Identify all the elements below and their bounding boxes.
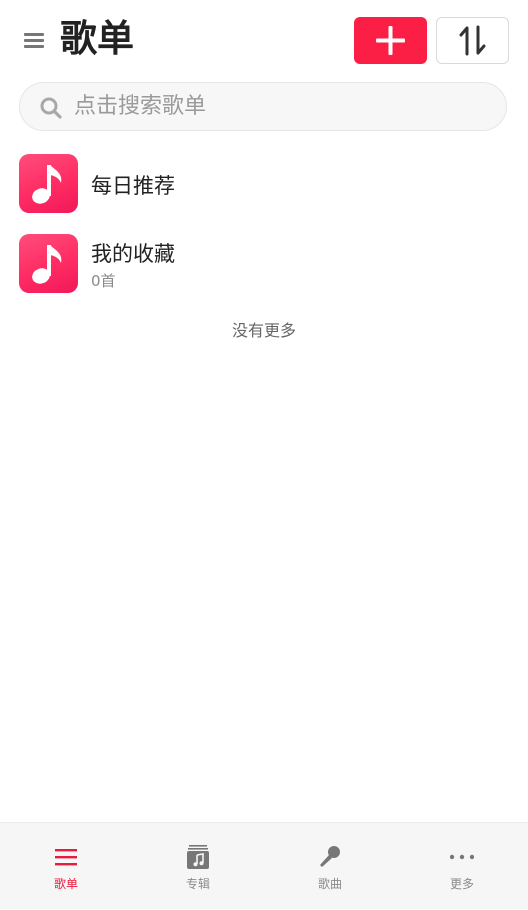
tab-label: 更多 (449, 877, 474, 891)
playlist-item-favorites[interactable]: 我的收藏 0首 (0, 230, 528, 300)
album-icon (187, 845, 209, 869)
tab-playlists[interactable]: 歌单 (0, 823, 132, 910)
microphone-icon (320, 846, 340, 867)
hamburger-menu-icon[interactable] (22, 30, 46, 50)
sort-button[interactable] (436, 17, 509, 64)
search-icon (40, 97, 62, 119)
search-input[interactable] (74, 83, 494, 130)
header: 歌单 (0, 0, 528, 80)
bottom-tab-bar: 歌单 专辑 歌曲 更多 (0, 822, 528, 909)
tab-label: 专辑 (185, 877, 210, 891)
tab-label: 歌曲 (317, 877, 342, 891)
more-dots-icon (450, 854, 474, 860)
sort-arrows-icon (459, 25, 486, 56)
add-playlist-button[interactable] (354, 17, 427, 64)
list-end-text: 没有更多 (231, 321, 296, 340)
playlist-title: 我的收藏 (91, 242, 175, 266)
list-icon (55, 849, 77, 866)
music-note-icon (19, 154, 78, 213)
tab-more[interactable]: 更多 (396, 823, 528, 910)
tab-label: 歌单 (53, 877, 78, 891)
tab-albums[interactable]: 专辑 (132, 823, 264, 910)
search-bar (19, 82, 507, 131)
tab-songs[interactable]: 歌曲 (264, 823, 396, 910)
playlist-item-daily-recommend[interactable]: 每日推荐 (0, 150, 528, 220)
music-note-icon (19, 234, 78, 293)
page-title: 歌单 (60, 17, 134, 60)
plus-icon (376, 26, 405, 55)
playlist-title: 每日推荐 (91, 174, 175, 198)
playlist-song-count: 0首 (91, 272, 116, 290)
